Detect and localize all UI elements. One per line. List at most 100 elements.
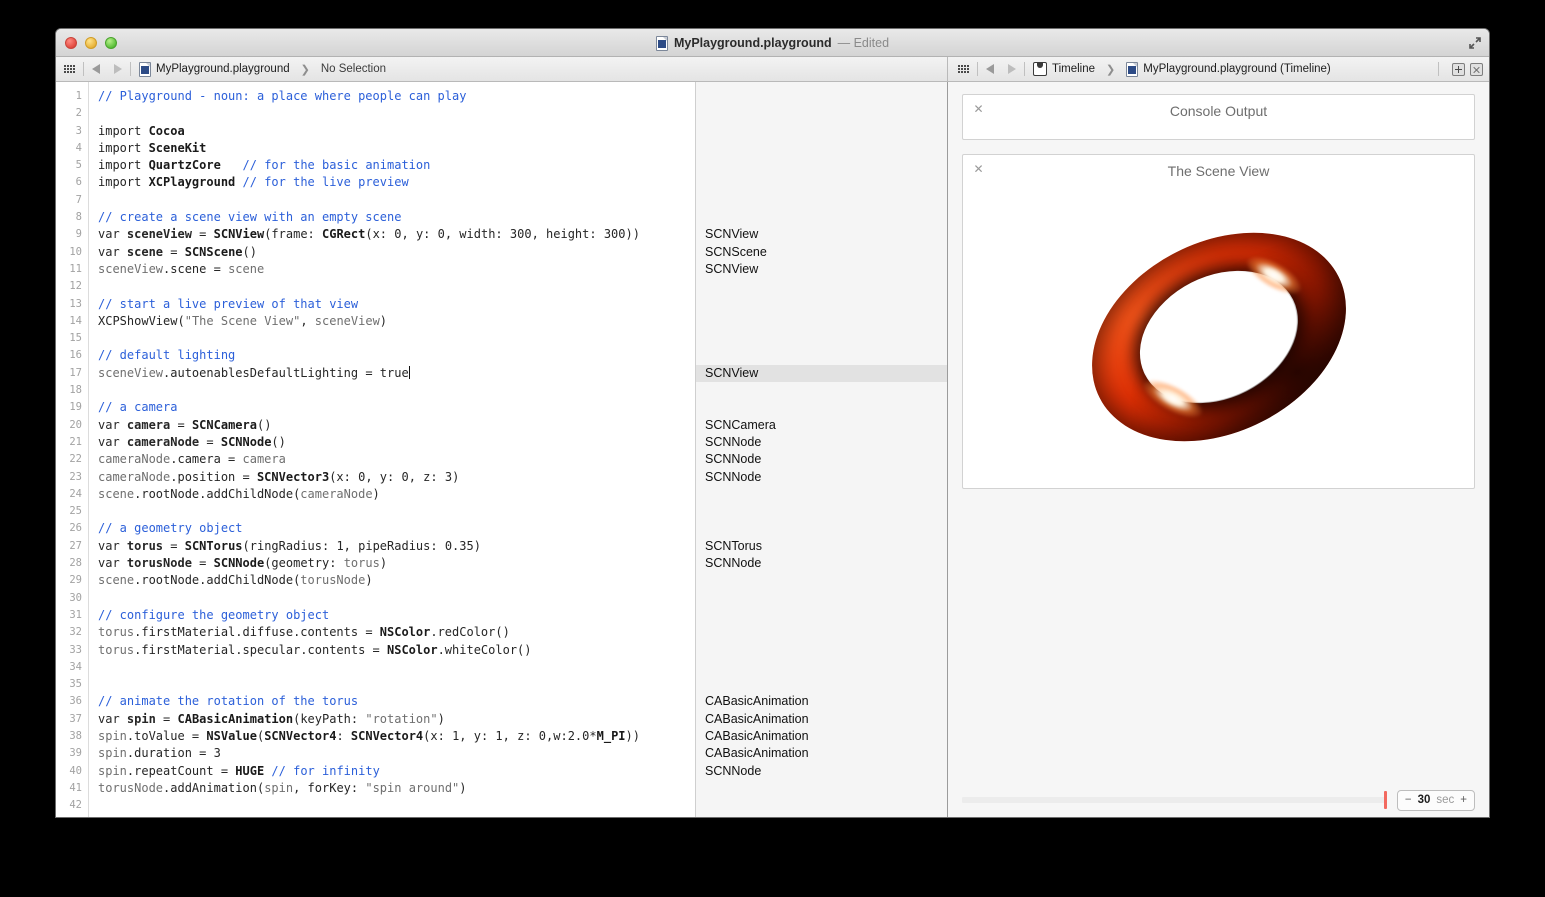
close-assistant-editor-icon[interactable] (1470, 63, 1483, 76)
code-line[interactable] (98, 192, 695, 209)
editor-mode-grid-icon[interactable] (958, 65, 969, 73)
code-line[interactable]: // start a live preview of that view (98, 296, 695, 313)
timeline-label[interactable]: Timeline (1052, 63, 1095, 75)
result-value[interactable]: SCNNode (696, 451, 947, 468)
result-value[interactable]: SCNView (696, 261, 947, 278)
close-button[interactable] (65, 37, 77, 49)
timeline-playhead[interactable] (1384, 791, 1387, 809)
code-line[interactable]: sceneView.autoenablesDefaultLighting = t… (98, 365, 695, 382)
breadcrumb-selection-label[interactable]: No Selection (321, 63, 386, 75)
code-line[interactable]: cameraNode.camera = camera (98, 451, 695, 468)
code-line[interactable]: // animate the rotation of the torus (98, 693, 695, 710)
back-arrow-icon[interactable] (986, 64, 994, 74)
code-line[interactable]: import Cocoa (98, 123, 695, 140)
code-line[interactable] (98, 676, 695, 693)
timeline-breadcrumb-file-label[interactable]: MyPlayground.playground (Timeline) (1143, 63, 1331, 75)
result-value[interactable]: SCNTorus (696, 538, 947, 555)
code-line[interactable]: scene.rootNode.addChildNode(cameraNode) (98, 486, 695, 503)
code-line[interactable] (98, 105, 695, 122)
result-value[interactable]: CABasicAnimation (696, 693, 947, 710)
scene-render-surface[interactable] (963, 187, 1474, 487)
code-line[interactable] (98, 278, 695, 295)
add-assistant-editor-icon[interactable] (1452, 63, 1465, 76)
code-line[interactable]: // default lighting (98, 347, 695, 364)
result-value[interactable]: SCNNode (696, 763, 947, 780)
code-token: cameraNode (300, 487, 372, 501)
breadcrumb-file-label[interactable]: MyPlayground.playground (156, 63, 290, 75)
code-line[interactable]: torus.firstMaterial.specular.contents = … (98, 642, 695, 659)
window-titlebar[interactable]: MyPlayground.playground — Edited (56, 29, 1489, 57)
code-line[interactable]: spin.toValue = NSValue(SCNVector4: SCNVe… (98, 728, 695, 745)
code-line[interactable]: scene.rootNode.addChildNode(torusNode) (98, 572, 695, 589)
code-line[interactable]: sceneView.scene = scene (98, 261, 695, 278)
code-line[interactable]: // a geometry object (98, 520, 695, 537)
code-line[interactable]: var torus = SCNTorus(ringRadius: 1, pipe… (98, 538, 695, 555)
timeline-content[interactable]: ✕ Console Output ✕ The Scene View (948, 82, 1489, 783)
code-line[interactable]: var spin = CABasicAnimation(keyPath: "ro… (98, 711, 695, 728)
code-line[interactable]: import XCPlayground // for the live prev… (98, 174, 695, 191)
code-line[interactable] (98, 382, 695, 399)
code-line[interactable]: // Playground - noun: a place where peop… (98, 88, 695, 105)
forward-arrow-icon[interactable] (1008, 64, 1016, 74)
code-line[interactable] (98, 659, 695, 676)
code-token: M_PI (597, 729, 626, 743)
timeline-track[interactable] (962, 797, 1387, 803)
result-value[interactable]: CABasicAnimation (696, 711, 947, 728)
code-line[interactable]: XCPShowView("The Scene View", sceneView) (98, 313, 695, 330)
code-line[interactable]: var cameraNode = SCNNode() (98, 434, 695, 451)
result-value[interactable]: CABasicAnimation (696, 728, 947, 745)
line-number: 11 (56, 261, 82, 278)
breadcrumb[interactable]: MyPlayground.playground ❯ No Selection (139, 62, 386, 77)
decrement-button[interactable]: − (1405, 794, 1412, 806)
code-line[interactable] (98, 797, 695, 814)
result-value[interactable]: SCNCamera (696, 417, 947, 434)
editor-mode-grid-icon[interactable] (64, 65, 75, 73)
results-sidebar[interactable]: SCNViewSCNSceneSCNView SCNView SCNCamera… (695, 82, 947, 817)
code-line[interactable] (98, 590, 695, 607)
code-line[interactable]: var sceneView = SCNView(frame: CGRect(x:… (98, 226, 695, 243)
code-line[interactable]: // a camera (98, 399, 695, 416)
code-line[interactable] (98, 503, 695, 520)
code-line[interactable]: // create a scene view with an empty sce… (98, 209, 695, 226)
result-value[interactable]: SCNNode (696, 469, 947, 486)
code-token: SceneKit (149, 141, 207, 155)
forward-arrow-icon[interactable] (114, 64, 122, 74)
minimize-button[interactable] (85, 37, 97, 49)
window-title-text: MyPlayground.playground (674, 36, 832, 50)
code-line[interactable] (98, 330, 695, 347)
code-token: // for the live preview (243, 175, 409, 189)
code-line[interactable]: // configure the geometry object (98, 607, 695, 624)
close-x-icon[interactable]: ✕ (973, 164, 984, 175)
result-value[interactable]: SCNScene (696, 244, 947, 261)
increment-button[interactable]: + (1460, 794, 1467, 806)
code-line[interactable]: cameraNode.position = SCNVector3(x: 0, y… (98, 469, 695, 486)
line-number: 1 (56, 88, 82, 105)
code-token: spin (264, 781, 293, 795)
code-line[interactable]: import QuartzCore // for the basic anima… (98, 157, 695, 174)
timeline-breadcrumb[interactable]: Timeline ❯ MyPlayground.playground (Time… (1033, 62, 1331, 77)
result-empty (696, 296, 947, 313)
code-line[interactable]: spin.repeatCount = HUGE // for infinity (98, 763, 695, 780)
result-value[interactable]: CABasicAnimation (696, 745, 947, 762)
code-line[interactable]: var torusNode = SCNNode(geometry: torus) (98, 555, 695, 572)
result-value[interactable]: SCNNode (696, 434, 947, 451)
code-line[interactable]: torus.firstMaterial.diffuse.contents = N… (98, 624, 695, 641)
timeline-duration-stepper[interactable]: − 30 sec + (1397, 790, 1475, 811)
line-number: 40 (56, 763, 82, 780)
line-number: 20 (56, 417, 82, 434)
close-x-icon[interactable]: ✕ (973, 104, 984, 115)
code-pane[interactable]: 1234567891011121314151617181920212223242… (56, 82, 695, 817)
code-line[interactable]: torusNode.addAnimation(spin, forKey: "sp… (98, 780, 695, 797)
result-empty (696, 313, 947, 330)
back-arrow-icon[interactable] (92, 64, 100, 74)
code-line[interactable]: var camera = SCNCamera() (98, 417, 695, 434)
code-line[interactable]: var scene = SCNScene() (98, 244, 695, 261)
result-value[interactable]: SCNView (696, 365, 947, 382)
code-line[interactable]: import SceneKit (98, 140, 695, 157)
zoom-button[interactable] (105, 37, 117, 49)
code-line[interactable]: spin.duration = 3 (98, 745, 695, 762)
code-text-area[interactable]: // Playground - noun: a place where peop… (89, 82, 695, 817)
result-value[interactable]: SCNNode (696, 555, 947, 572)
result-value[interactable]: SCNView (696, 226, 947, 243)
fullscreen-arrows-icon[interactable] (1467, 35, 1483, 51)
